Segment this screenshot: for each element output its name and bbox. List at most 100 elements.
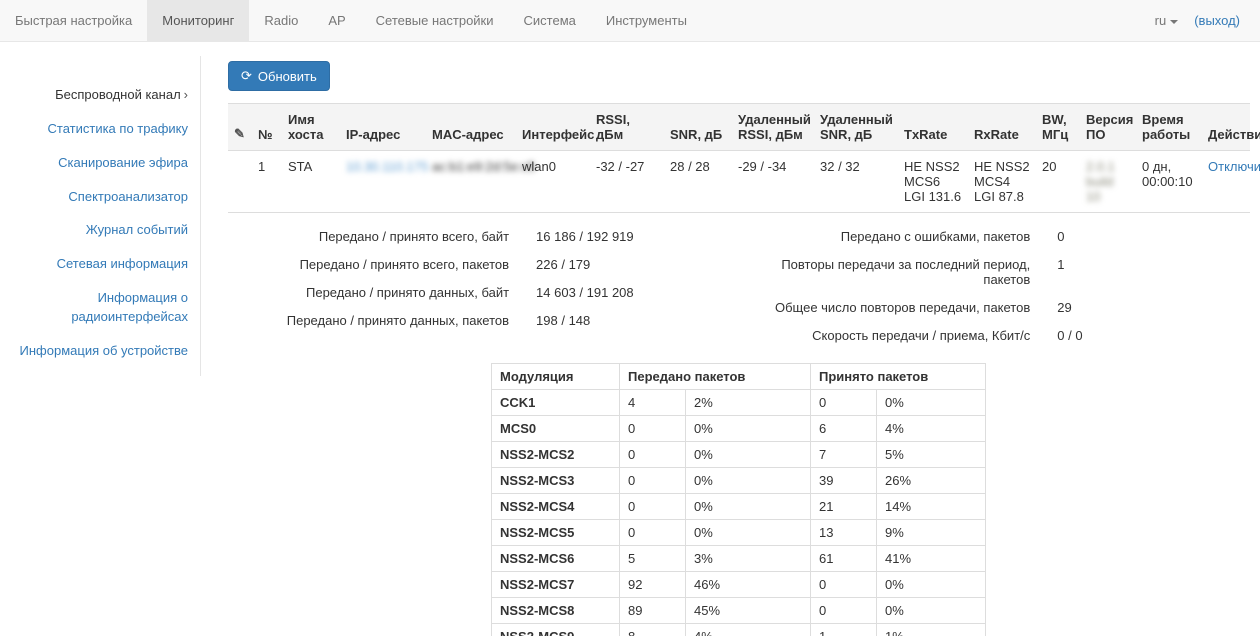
stat-value: 0	[1030, 229, 1064, 244]
traffic-stats: Передано / принято всего, байт 16 186 / …	[228, 222, 1250, 349]
mod-tx-count: 4	[620, 390, 686, 416]
page-layout: Беспроводной канал› Статистика по трафик…	[0, 42, 1260, 636]
tab-ap[interactable]: AP	[313, 0, 360, 41]
sidebar-item-wireless-channel[interactable]: Беспроводной канал›	[8, 86, 188, 105]
mod-name: MCS0	[492, 416, 620, 442]
main-content: ⟳ Обновить ✎ № Имя хоста IP-адрес MAC-ад…	[201, 42, 1260, 636]
mod-tx-count: 0	[620, 442, 686, 468]
stat-value: 29	[1030, 300, 1071, 315]
mod-tx-pct: 3%	[686, 546, 811, 572]
mod-name: NSS2-MCS9	[492, 624, 620, 636]
cell-uptime: 0 дн, 00:00:10	[1136, 151, 1202, 213]
table-row: NSS2-MCS8 89 45% 0 0%	[492, 598, 986, 624]
tab-radio[interactable]: Radio	[249, 0, 313, 41]
stats-right-column: Передано с ошибками, пакетов 0 Повторы п…	[739, 222, 1250, 349]
mod-rx-pct: 9%	[877, 520, 986, 546]
stats-left-column: Передано / принято всего, байт 16 186 / …	[228, 222, 739, 349]
mod-tx-count: 0	[620, 520, 686, 546]
nav-tabs: Быстрая настройка Мониторинг Radio AP Се…	[0, 0, 702, 41]
edit-pencil-icon[interactable]: ✎	[234, 126, 245, 141]
cell-hostname: STA	[282, 151, 340, 213]
mod-rx-count: 6	[811, 416, 877, 442]
tab-monitoring[interactable]: Мониторинг	[147, 0, 249, 41]
cell-remote-rssi: -29 / -34	[732, 151, 814, 213]
stat-row: Повторы передачи за последний период, па…	[739, 250, 1250, 293]
stat-row: Общее число повторов передачи, пакетов 2…	[739, 293, 1250, 321]
stat-label: Передано / принято данных, пакетов	[228, 313, 509, 328]
mod-rx-pct: 14%	[877, 494, 986, 520]
stat-row: Скорость передачи / приема, Кбит/с 0 / 0	[739, 321, 1250, 349]
sidebar-item-spectrum-analyzer[interactable]: Спектроанализатор	[8, 188, 188, 207]
chevron-right-icon: ›	[184, 87, 188, 102]
sidebar-item-network-info[interactable]: Сетевая информация	[8, 255, 188, 274]
stat-label: Скорость передачи / приема, Кбит/с	[739, 328, 1030, 343]
mod-rx-count: 13	[811, 520, 877, 546]
mod-rx-pct: 26%	[877, 468, 986, 494]
stat-row: Передано / принято всего, пакетов 226 / …	[228, 250, 739, 278]
cell-action: Отключить	[1202, 151, 1250, 213]
mod-name: NSS2-MCS6	[492, 546, 620, 572]
col-snr: SNR, дБ	[664, 104, 732, 151]
cell-bw: 20	[1036, 151, 1080, 213]
mod-rx-pct: 0%	[877, 390, 986, 416]
mod-rx-count: 61	[811, 546, 877, 572]
cell-ip: 10.30.110.175	[340, 151, 426, 213]
col-txrate: TxRate	[898, 104, 968, 151]
stat-value: 226 / 179	[509, 257, 590, 272]
cell-remote-snr: 32 / 32	[814, 151, 898, 213]
sidebar-item-event-log[interactable]: Журнал событий	[8, 221, 188, 240]
table-row: NSS2-MCS3 0 0% 39 26%	[492, 468, 986, 494]
mod-rx-pct: 4%	[877, 416, 986, 442]
mod-rx-pct: 0%	[877, 572, 986, 598]
mod-tx-pct: 0%	[686, 494, 811, 520]
tab-network-settings[interactable]: Сетевые настройки	[361, 0, 509, 41]
table-row: NSS2-MCS6 5 3% 61 41%	[492, 546, 986, 572]
sidebar-item-traffic-stats[interactable]: Статистика по трафику	[8, 120, 188, 139]
cell-number: 1	[252, 151, 282, 213]
mod-tx-count: 5	[620, 546, 686, 572]
refresh-button[interactable]: ⟳ Обновить	[228, 61, 330, 91]
clients-table-header-row: ✎ № Имя хоста IP-адрес MAC-адрес Интерфе…	[228, 104, 1250, 151]
stat-value: 14 603 / 191 208	[509, 285, 634, 300]
stat-label: Общее число повторов передачи, пакетов	[739, 300, 1030, 315]
col-edit: ✎	[228, 104, 252, 151]
tab-system[interactable]: Система	[509, 0, 591, 41]
col-mac: MAC-адрес	[426, 104, 516, 151]
stat-value: 16 186 / 192 919	[509, 229, 634, 244]
sidebar-item-radio-interfaces-info[interactable]: Информация о радиоинтерфейсах	[8, 289, 188, 327]
logout-link[interactable]: (выход)	[1194, 13, 1240, 28]
mod-tx-pct: 4%	[686, 624, 811, 636]
stat-value: 198 / 148	[509, 313, 590, 328]
stat-row: Передано / принято данных, пакетов 198 /…	[228, 306, 739, 334]
mod-rx-pct: 5%	[877, 442, 986, 468]
cell-mac: ac:b1:e9:2d:5e:c5	[426, 151, 516, 213]
mod-rx-count: 7	[811, 442, 877, 468]
tab-quick-setup[interactable]: Быстрая настройка	[0, 0, 147, 41]
disconnect-link[interactable]: Отключить	[1208, 159, 1260, 174]
tab-tools[interactable]: Инструменты	[591, 0, 702, 41]
mod-rx-count: 39	[811, 468, 877, 494]
mod-tx-count: 0	[620, 468, 686, 494]
mod-col-rx-packets: Принято пакетов	[811, 364, 986, 390]
stat-label: Повторы передачи за последний период, па…	[739, 257, 1030, 287]
mod-rx-count: 0	[811, 598, 877, 624]
mod-name: NSS2-MCS5	[492, 520, 620, 546]
language-dropdown[interactable]: ru	[1155, 13, 1179, 28]
stat-label: Передано / принято данных, байт	[228, 285, 509, 300]
sidebar-item-device-info[interactable]: Информация об устройстве	[8, 342, 188, 361]
col-remote-rssi: Удаленный RSSI, дБм	[732, 104, 814, 151]
cell-fw-version: 2.0.1 build 10	[1080, 151, 1136, 213]
sidebar-item-air-scan[interactable]: Сканирование эфира	[8, 154, 188, 173]
mod-tx-pct: 46%	[686, 572, 811, 598]
mod-rx-pct: 1%	[877, 624, 986, 636]
cell-rssi: -32 / -27	[590, 151, 664, 213]
mod-rx-pct: 41%	[877, 546, 986, 572]
sidebar-item-label: Беспроводной канал	[55, 87, 181, 102]
top-navbar: Быстрая настройка Мониторинг Radio AP Се…	[0, 0, 1260, 42]
cell-txrate: HE NSS2 MCS6 LGI 131.6	[898, 151, 968, 213]
stat-row: Передано / принято данных, байт 14 603 /…	[228, 278, 739, 306]
mod-col-tx-packets: Передано пакетов	[620, 364, 811, 390]
mod-rx-pct: 0%	[877, 598, 986, 624]
refresh-button-label: Обновить	[258, 69, 317, 84]
mod-tx-pct: 2%	[686, 390, 811, 416]
